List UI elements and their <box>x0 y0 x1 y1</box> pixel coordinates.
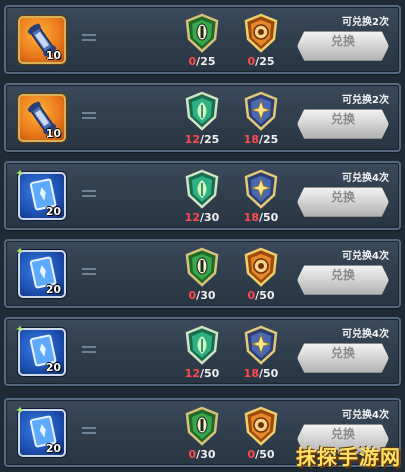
sparkle-icon: ✦ <box>15 245 25 258</box>
item-quantity: 10 <box>45 49 61 62</box>
exchange-row: 10 0/25 0/25 可兑换2次 兑换 <box>4 5 401 74</box>
exchange-button[interactable]: 兑换 <box>297 187 389 217</box>
sparkle-icon: ✦ <box>15 404 25 417</box>
cost-item: 0/25 <box>239 13 283 73</box>
cost-count: 18/50 <box>231 367 291 380</box>
owned-count: 18 <box>243 211 259 224</box>
sparkle-icon: ✦ <box>15 167 25 180</box>
scroll-icon[interactable]: 10 <box>18 16 66 64</box>
equals-icon <box>82 268 96 276</box>
exchange-button[interactable]: 兑换 <box>297 343 389 373</box>
cost-count: 18/50 <box>231 211 291 224</box>
exchange-limit-label: 可兑换2次 <box>342 95 389 106</box>
exchange-limit-label: 可兑换2次 <box>342 17 389 28</box>
cost-count: 12/25 <box>172 133 232 146</box>
cost-count: 18/25 <box>231 133 291 146</box>
exchange-limit-label: 可兑换4次 <box>342 410 389 421</box>
equals-icon <box>82 346 96 354</box>
cost-item: 18/50 <box>239 169 283 229</box>
exchange-button[interactable]: 兑换 <box>297 31 389 61</box>
equals-icon <box>82 34 96 42</box>
required-count: 25 <box>263 133 279 146</box>
item-quantity: 20 <box>45 283 61 296</box>
cost-count: 0/30 <box>172 289 232 302</box>
required-count: 50 <box>204 367 220 380</box>
cost-item: 0/25 <box>180 13 224 73</box>
owned-count: 18 <box>243 367 259 380</box>
required-count: 50 <box>263 367 279 380</box>
equals-icon <box>82 112 96 120</box>
owned-count: 0 <box>188 448 197 461</box>
equals-icon <box>82 427 96 435</box>
equals-icon <box>82 190 96 198</box>
cost-item: 12/50 <box>180 325 224 385</box>
required-count: 25 <box>204 133 220 146</box>
exchange-limit-label: 可兑换4次 <box>342 329 389 340</box>
scroll-icon[interactable]: 10 <box>18 94 66 142</box>
cost-item: 0/50 <box>239 406 283 466</box>
exchange-panel: 10 0/25 0/25 可兑换2次 兑换 10 12/25 18/25 可兑换2次 兑换 ✦ 2… <box>0 0 405 472</box>
item-quantity: 10 <box>45 127 61 140</box>
item-quantity: 20 <box>45 442 61 455</box>
item-quantity: 20 <box>45 361 61 374</box>
required-count: 50 <box>259 448 275 461</box>
cost-count: 12/30 <box>172 211 232 224</box>
cost-item: 0/50 <box>239 247 283 307</box>
exchange-button[interactable]: 兑换 <box>297 265 389 295</box>
required-count: 50 <box>263 211 279 224</box>
owned-count: 12 <box>184 133 200 146</box>
cost-item: 0/30 <box>180 247 224 307</box>
exchange-row: 10 12/25 18/25 可兑换2次 兑换 <box>4 83 401 152</box>
required-count: 25 <box>200 55 216 68</box>
cost-item: 12/25 <box>180 91 224 151</box>
owned-count: 0 <box>247 448 256 461</box>
required-count: 50 <box>259 289 275 302</box>
required-count: 30 <box>204 211 220 224</box>
card-icon[interactable]: ✦ 20 <box>15 405 66 457</box>
cost-count: 12/50 <box>172 367 232 380</box>
owned-count: 12 <box>184 211 200 224</box>
exchange-limit-label: 可兑换4次 <box>342 173 389 184</box>
exchange-limit-label: 可兑换4次 <box>342 251 389 262</box>
cost-count: 0/25 <box>231 55 291 68</box>
cost-item: 12/30 <box>180 169 224 229</box>
watermark-text: 抹探手游网 <box>296 445 401 469</box>
card-icon[interactable]: ✦ 20 <box>15 324 66 376</box>
required-count: 25 <box>259 55 275 68</box>
owned-count: 0 <box>188 55 197 68</box>
cost-count: 0/25 <box>172 55 232 68</box>
owned-count: 0 <box>247 55 256 68</box>
card-icon[interactable]: ✦ 20 <box>15 168 66 220</box>
owned-count: 0 <box>188 289 197 302</box>
cost-item: 18/25 <box>239 91 283 151</box>
exchange-row: ✦ 20 0/30 0/50 可兑换4次 兑换 <box>4 239 401 308</box>
required-count: 30 <box>200 289 216 302</box>
owned-count: 18 <box>243 133 259 146</box>
cost-count: 0/50 <box>231 289 291 302</box>
card-icon[interactable]: ✦ 20 <box>15 246 66 298</box>
exchange-row: ✦ 20 12/30 18/50 可兑换4次 兑换 <box>4 161 401 230</box>
owned-count: 0 <box>247 289 256 302</box>
exchange-button[interactable]: 兑换 <box>297 109 389 139</box>
cost-item: 18/50 <box>239 325 283 385</box>
cost-count: 0/50 <box>231 448 291 461</box>
required-count: 30 <box>200 448 216 461</box>
sparkle-icon: ✦ <box>15 323 25 336</box>
cost-count: 0/30 <box>172 448 232 461</box>
item-quantity: 20 <box>45 205 61 218</box>
owned-count: 12 <box>184 367 200 380</box>
cost-item: 0/30 <box>180 406 224 466</box>
exchange-row: ✦ 20 12/50 18/50 可兑换4次 兑换 <box>4 317 401 386</box>
